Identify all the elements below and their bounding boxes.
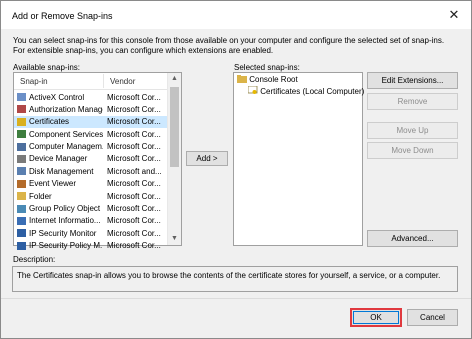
folder-icon [17, 192, 26, 201]
intro-text: You can select snap-ins for this console… [13, 36, 445, 55]
snapin-row[interactable]: Folder Microsoft Cor... [14, 190, 167, 202]
ipsec-icon [17, 229, 26, 238]
list-header: Snap-in Vendor [14, 73, 167, 90]
scrollbar-thumb[interactable] [170, 87, 179, 167]
snapin-vendor: Microsoft Cor... [107, 104, 161, 114]
console-root-folder-icon [237, 75, 247, 83]
certificates-local-label: Certificates (Local Computer) [260, 87, 365, 96]
internet-icon [17, 216, 26, 225]
vertical-scrollbar[interactable]: ▲ ▼ [167, 73, 181, 245]
snapin-row[interactable]: Internet Informatio... Microsoft Cor... [14, 215, 167, 227]
certificate-icon [247, 85, 258, 94]
description-box: The Certificates snap-in allows you to b… [12, 266, 458, 292]
snapin-name: Authorization Manager [29, 104, 103, 114]
snapin-vendor: Microsoft Cor... [107, 216, 161, 226]
snapin-name: Event Viewer [29, 179, 76, 189]
available-snapins-label: Available snap-ins: [13, 63, 81, 72]
device-icon [17, 154, 26, 163]
snapin-vendor: Microsoft Cor... [107, 117, 161, 127]
snapin-row[interactable]: Group Policy Object ... Microsoft Cor... [14, 203, 167, 215]
snapin-vendor: Microsoft Cor... [107, 154, 161, 164]
component-icon [17, 130, 26, 139]
snapin-name: Certificates [29, 117, 70, 127]
console-root-label: Console Root [249, 75, 298, 84]
snapin-name: Device Manager [29, 154, 88, 164]
close-button[interactable]: ✕ [443, 5, 465, 25]
ok-button[interactable]: OK [350, 308, 402, 327]
snapin-name: Component Services [29, 129, 103, 139]
snapin-vendor: Microsoft Cor... [107, 204, 161, 214]
selected-snapins-tree[interactable]: Console Root Certificates (Local Compute… [233, 72, 365, 246]
scroll-up-icon[interactable]: ▲ [168, 73, 181, 85]
add-button[interactable]: Add > [186, 151, 228, 166]
snapin-vendor: Microsoft Cor... [107, 228, 161, 238]
tree-node-console-root[interactable]: Console Root [237, 75, 298, 84]
snapin-rows: ActiveX Control Microsoft Cor... Authoriza… [14, 91, 167, 252]
snapin-name: Group Policy Object ... [29, 204, 103, 214]
snapin-row[interactable]: Authorization Manager Microsoft Cor... [14, 103, 167, 115]
snapin-vendor: Microsoft and... [107, 166, 162, 176]
description-text: The Certificates snap-in allows you to b… [17, 271, 441, 280]
advanced-button[interactable]: Advanced... [367, 230, 458, 247]
close-icon: ✕ [448, 7, 460, 22]
snapin-vendor: Microsoft Cor... [107, 92, 161, 102]
snapin-row[interactable]: Computer Managem... Microsoft Cor... [14, 141, 167, 153]
selected-snapins-label: Selected snap-ins: [234, 63, 300, 72]
column-header-snapin[interactable]: Snap-in [20, 77, 48, 86]
column-header-vendor[interactable]: Vendor [110, 77, 135, 86]
title-bar: Add or Remove Snap-ins ✕ [1, 1, 471, 29]
snapin-row[interactable]: IP Security Policy M... Microsoft Cor... [14, 240, 167, 252]
ok-button-label: OK [370, 313, 382, 322]
snapin-row[interactable]: Disk Management Microsoft and... [14, 165, 167, 177]
available-snapins-list[interactable]: Snap-in Vendor ActiveX Control Microsoft … [13, 72, 182, 250]
footer-separator [1, 298, 471, 299]
move-down-button[interactable]: Move Down [367, 142, 458, 159]
snapin-name: IP Security Policy M... [29, 241, 103, 251]
cancel-button[interactable]: Cancel [407, 309, 458, 326]
tree-node-certificates[interactable]: Certificates (Local Computer) [247, 85, 365, 96]
activex-icon [17, 93, 26, 101]
computer-icon [17, 142, 26, 151]
snapin-vendor: Microsoft Cor... [107, 179, 161, 189]
event-icon [17, 179, 26, 188]
authorization-icon [17, 105, 26, 114]
snapin-vendor: Microsoft Cor... [107, 142, 161, 152]
disk-icon [17, 167, 26, 176]
snapin-row[interactable]: IP Security Monitor Microsoft Cor... [14, 227, 167, 239]
snapin-vendor: Microsoft Cor... [107, 191, 161, 201]
snapin-vendor: Microsoft Cor... [107, 241, 161, 251]
ipsec-policy-icon [17, 241, 26, 250]
edit-extensions-button[interactable]: Edit Extensions... [367, 72, 458, 89]
snapin-name: Internet Informatio... [29, 216, 101, 226]
remove-button[interactable]: Remove [367, 93, 458, 110]
snapin-name: Computer Managem... [29, 142, 103, 152]
snapin-name: ActiveX Control [29, 92, 85, 102]
snapin-name: Folder [29, 191, 52, 201]
policy-icon [17, 204, 26, 213]
window-title: Add or Remove Snap-ins [12, 11, 113, 21]
description-label: Description: [13, 255, 56, 264]
certificate-icon [17, 117, 26, 126]
snapin-vendor: Microsoft Cor... [107, 129, 161, 139]
snapin-row[interactable]: Component Services Microsoft Cor... [14, 128, 167, 140]
snapin-name: Disk Management [29, 166, 94, 176]
add-remove-snapins-dialog: Add or Remove Snap-ins ✕ You can select … [0, 0, 472, 339]
snapin-row[interactable]: Event Viewer Microsoft Cor... [14, 178, 167, 190]
move-up-button[interactable]: Move Up [367, 122, 458, 139]
snapin-name: IP Security Monitor [29, 228, 97, 238]
column-separator[interactable] [103, 74, 104, 88]
snapin-row[interactable]: Certificates Microsoft Cor... [14, 115, 167, 129]
snapin-row[interactable]: Device Manager Microsoft Cor... [14, 153, 167, 165]
snapin-row[interactable]: ActiveX Control Microsoft Cor... [14, 91, 167, 103]
scroll-down-icon[interactable]: ▼ [168, 233, 181, 245]
